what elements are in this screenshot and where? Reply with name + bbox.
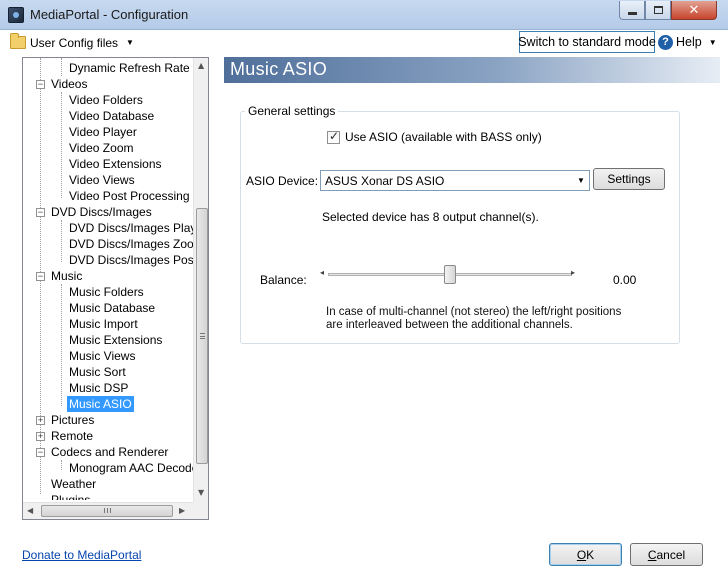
tree-line	[61, 220, 62, 262]
minimize-button[interactable]	[619, 1, 645, 20]
use-asio-checkbox-row[interactable]: ✓ Use ASIO (available with BASS only)	[327, 128, 542, 144]
tree-line	[61, 58, 62, 76]
close-button[interactable]: ✕	[671, 1, 717, 20]
donate-link[interactable]: Donate to MediaPortal	[22, 548, 141, 562]
grip-icon	[200, 333, 205, 339]
tree-item[interactable]: DVD Discs/Images Post Processing	[69, 252, 193, 268]
collapse-icon[interactable]: −	[36, 448, 45, 457]
group-label: General settings	[245, 104, 339, 118]
expand-icon[interactable]: +	[36, 432, 45, 441]
asio-device-label: ASIO Device:	[246, 174, 319, 188]
chevron-down-icon: ▼	[708, 37, 717, 47]
horizontal-scroll-thumb[interactable]	[41, 505, 173, 517]
app-icon	[8, 7, 24, 23]
tree-item[interactable]: Video Post Processing	[69, 188, 190, 204]
ok-button[interactable]: OK	[549, 543, 622, 566]
tree-item[interactable]: Video Player	[69, 124, 137, 140]
tree-item[interactable]: Music Views	[69, 348, 135, 364]
close-icon: ✕	[688, 2, 700, 18]
scroll-up-icon[interactable]: ▲	[198, 61, 204, 70]
help-label: Help	[676, 35, 702, 49]
user-config-files-dropdown[interactable]: User Config files ▼	[10, 33, 134, 52]
title-bar: MediaPortal - Configuration ✕	[0, 0, 728, 30]
tree-item[interactable]: Music Folders	[69, 284, 144, 300]
tree-line	[61, 92, 62, 198]
window-title: MediaPortal - Configuration	[30, 7, 189, 22]
settings-tree[interactable]: Dynamic Refresh Rate − Videos Video Fold…	[22, 57, 209, 520]
tree-item-weather[interactable]: Weather	[51, 476, 96, 492]
tree-item[interactable]: Music DSP	[69, 380, 128, 396]
minimize-icon	[627, 11, 637, 15]
tree-item-plugins[interactable]: Plugins	[51, 492, 90, 500]
tree-line	[61, 460, 62, 470]
tree-item[interactable]: Video Views	[69, 172, 135, 188]
tree-item-dvd[interactable]: DVD Discs/Images	[51, 204, 152, 220]
checkmark-icon: ✓	[329, 128, 340, 143]
channels-info: Selected device has 8 output channel(s).	[322, 210, 539, 224]
tree-item[interactable]: Video Folders	[69, 92, 143, 108]
tree-item[interactable]: Dynamic Refresh Rate	[69, 60, 190, 76]
tree-item[interactable]: Music Import	[69, 316, 138, 332]
help-icon: ?	[658, 34, 673, 50]
balance-value: 0.00	[613, 273, 637, 287]
tree-item[interactable]: Music Database	[69, 300, 155, 316]
scrollbar-corner	[193, 502, 208, 519]
balance-slider-thumb[interactable]	[444, 265, 456, 284]
tree-item[interactable]: DVD Discs/Images Player	[69, 220, 193, 236]
tree-item[interactable]: Monogram AAC Decoder	[69, 460, 193, 476]
collapse-icon[interactable]: −	[36, 80, 45, 89]
expand-icon[interactable]: +	[36, 416, 45, 425]
maximize-icon	[653, 6, 663, 14]
switch-mode-button[interactable]: Switch to standard mode	[518, 31, 656, 53]
slider-right-icon: ▸	[571, 268, 576, 277]
toolbar: User Config files ▼ Switch to standard m…	[8, 30, 720, 54]
tree-horizontal-scrollbar[interactable]: ◀ ▶	[23, 502, 193, 519]
tree-item-codecs[interactable]: Codecs and Renderer	[51, 444, 168, 460]
vertical-scroll-thumb[interactable]	[196, 208, 208, 464]
chevron-down-icon[interactable]: ▼	[573, 171, 589, 190]
scroll-left-icon[interactable]: ◀	[27, 506, 33, 515]
note-line: are interleaved between the additional c…	[326, 319, 573, 331]
section-header: Music ASIO	[224, 57, 720, 83]
collapse-icon[interactable]: −	[36, 272, 45, 281]
cancel-button[interactable]: Cancel	[630, 543, 703, 566]
tree-item[interactable]: Music Sort	[69, 364, 126, 380]
note-line: In case of multi-channel (not stereo) th…	[326, 306, 622, 318]
scroll-right-icon[interactable]: ▶	[179, 506, 185, 515]
folder-icon	[10, 33, 26, 49]
tree-item-music[interactable]: Music	[51, 268, 82, 284]
asio-settings-button[interactable]: Settings	[593, 168, 665, 190]
tree-item-music-asio-selected[interactable]: Music ASIO	[67, 396, 134, 412]
tree-item[interactable]: DVD Discs/Images Zoom	[69, 236, 193, 252]
tree-item-pictures[interactable]: Pictures	[51, 412, 94, 428]
section-title: Music ASIO	[230, 59, 328, 79]
chevron-down-icon: ▼	[126, 38, 134, 47]
tree-item[interactable]: Video Database	[69, 108, 154, 124]
tree-vertical-scrollbar[interactable]: ▲ ▼	[193, 58, 208, 502]
tree-line	[61, 284, 62, 406]
balance-slider[interactable]: ◂ ▸	[320, 264, 580, 284]
tree-item[interactable]: Music Extensions	[69, 332, 162, 348]
balance-label: Balance:	[260, 273, 307, 287]
tree-item[interactable]: Video Extensions	[69, 156, 162, 172]
collapse-icon[interactable]: −	[36, 208, 45, 217]
tree-item[interactable]: Video Zoom	[69, 140, 133, 156]
grip-icon	[104, 508, 111, 513]
ok-label: OK	[576, 547, 595, 562]
asio-device-select[interactable]: ASUS Xonar DS ASIO ▼	[320, 170, 590, 191]
multichannel-note: In case of multi-channel (not stereo) th…	[326, 306, 621, 332]
cancel-label: Cancel	[647, 547, 686, 562]
use-asio-checkbox[interactable]: ✓	[327, 128, 340, 144]
scroll-down-icon[interactable]: ▼	[198, 488, 204, 497]
user-config-files-label: User Config files	[30, 35, 119, 50]
tree-item-videos[interactable]: Videos	[51, 76, 87, 92]
tree-item-remote[interactable]: Remote	[51, 428, 93, 444]
slider-left-icon: ◂	[320, 268, 325, 277]
help-dropdown[interactable]: ? Help ▼	[658, 33, 717, 51]
use-asio-label: Use ASIO (available with BASS only)	[345, 130, 542, 144]
tree-items: Dynamic Refresh Rate − Videos Video Fold…	[23, 58, 193, 500]
maximize-button[interactable]	[645, 1, 671, 20]
asio-device-value: ASUS Xonar DS ASIO	[325, 173, 445, 188]
